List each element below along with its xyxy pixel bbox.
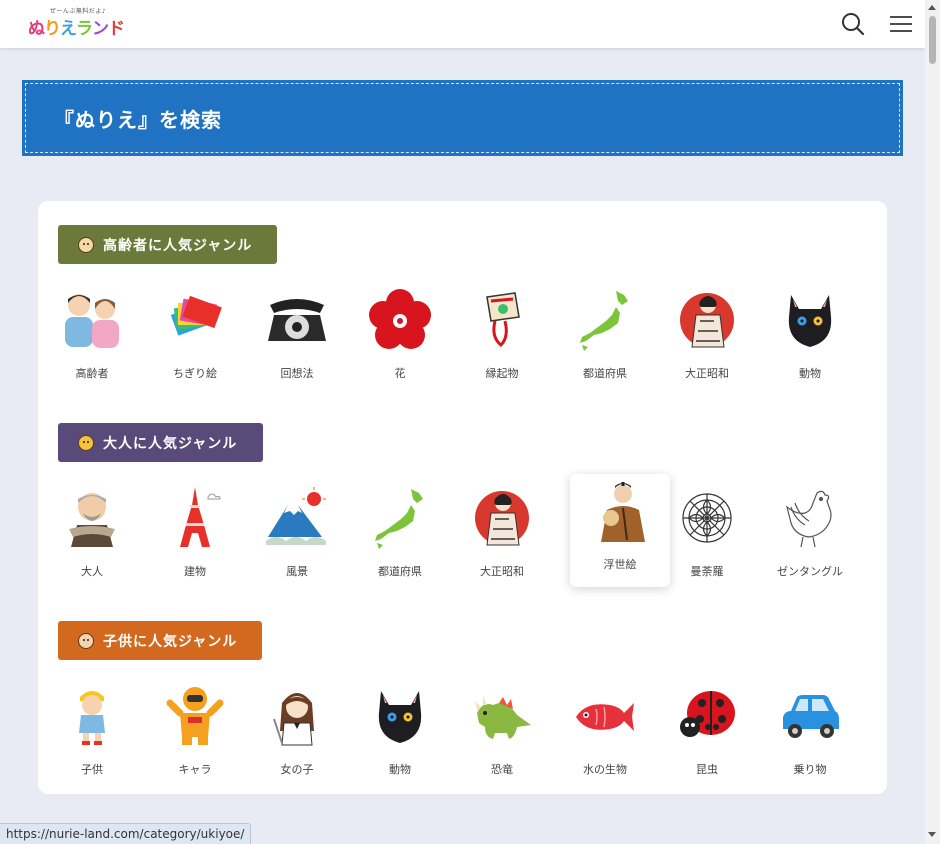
genre-item[interactable]: 高齢者 (42, 285, 142, 393)
face-icon (78, 434, 94, 451)
genre-item[interactable]: 大人 (42, 483, 142, 591)
torn-paper-icon (162, 287, 228, 353)
genre-grid-adult: 大人 建物 風景 都道府県 大正昭和 浮世絵 曼荼羅 ゼンタングル (42, 474, 862, 593)
genre-item[interactable]: 回想法 (247, 285, 347, 393)
black-cat-icon (777, 287, 843, 353)
genre-item[interactable]: 都道府県 (350, 483, 450, 591)
face-icon (78, 632, 94, 649)
genre-item[interactable]: キャラ (145, 681, 245, 789)
genre-item[interactable]: 恐竜 (452, 681, 552, 789)
genre-grid-kids: 子供 キャラ 女の子 動物 恐竜 水の生物 昆虫 乗り物 (42, 681, 862, 791)
scroll-down-arrow-icon[interactable] (928, 832, 936, 837)
genre-item[interactable]: 女の子 (247, 681, 347, 789)
genre-item-hovered[interactable]: 浮世絵 (570, 474, 670, 587)
genre-item[interactable]: 都道府県 (555, 285, 655, 393)
ladybug-icon (674, 683, 740, 749)
tokyo-tower-icon (162, 485, 228, 551)
genre-heading-adult: 大人に人気ジャンル (58, 423, 263, 462)
adult-man-icon (59, 485, 125, 551)
hamburger-menu-icon (890, 16, 912, 32)
genre-item[interactable]: 建物 (145, 483, 245, 591)
genre-item[interactable]: 乗り物 (760, 681, 860, 789)
page-title: 『ぬりえ』を検索 (54, 107, 222, 132)
genre-item[interactable]: 水の生物 (555, 681, 655, 789)
child-icon (59, 683, 125, 749)
genre-item[interactable]: 動物 (350, 681, 450, 789)
genre-heading-kids: 子供に人気ジャンル (58, 621, 262, 660)
scrollbar[interactable] (925, 0, 940, 844)
lucky-charm-icon (469, 287, 535, 353)
search-button[interactable] (839, 10, 867, 38)
status-bar-url: https://nurie-land.com/category/ukiyoe/ (0, 823, 252, 844)
taisho-woman-icon (469, 485, 535, 551)
mandala-icon (674, 485, 740, 551)
genre-item[interactable]: 風景 (247, 483, 347, 591)
genre-item[interactable]: 動物 (760, 285, 860, 393)
girl-icon (264, 683, 330, 749)
character-icon (162, 683, 228, 749)
genre-grid-elderly: 高齢者 ちぎり絵 回想法 花 縁起物 都道府県 大正昭和 動物 (42, 285, 862, 395)
black-cat-icon (367, 683, 433, 749)
dinosaur-icon (469, 683, 535, 749)
logo-text: ぬりえランド (28, 19, 125, 39)
zentangle-rooster-icon (777, 485, 843, 551)
red-fish-icon (572, 683, 638, 749)
plum-blossom-icon (367, 287, 433, 353)
taisho-woman-icon (674, 287, 740, 353)
face-icon (78, 236, 94, 253)
genre-item[interactable]: 花 (350, 285, 450, 393)
site-logo[interactable]: ぜーんぶ無料だよ♪ ぬりえランド (24, 6, 132, 40)
scroll-up-arrow-icon[interactable] (928, 5, 936, 10)
genre-heading-elderly: 高齢者に人気ジャンル (58, 225, 277, 264)
mount-fuji-icon (264, 485, 330, 551)
genre-item[interactable]: 大正昭和 (657, 285, 757, 393)
search-banner: 『ぬりえ』を検索 (22, 80, 903, 156)
car-icon (777, 683, 843, 749)
genre-item[interactable]: ちぎり絵 (145, 285, 245, 393)
genre-item[interactable]: ゼンタングル (760, 483, 860, 591)
menu-button[interactable] (887, 10, 915, 38)
site-header: ぜーんぶ無料だよ♪ ぬりえランド (0, 0, 925, 48)
genre-card: 高齢者に人気ジャンル 高齢者 ちぎり絵 回想法 花 縁起物 都道府県 大正昭和 … (38, 201, 887, 794)
rotary-phone-icon (264, 287, 330, 353)
ukiyoe-icon (587, 478, 653, 544)
japan-map-icon (572, 287, 638, 353)
genre-item[interactable]: 大正昭和 (452, 483, 552, 591)
genre-item[interactable]: 子供 (42, 681, 142, 789)
genre-item[interactable]: 昆虫 (657, 681, 757, 789)
japan-map-icon (367, 485, 433, 551)
genre-item[interactable]: 曼荼羅 (657, 483, 757, 591)
scroll-thumb[interactable] (929, 16, 936, 64)
elderly-couple-icon (59, 287, 125, 353)
search-icon (842, 13, 865, 36)
genre-item[interactable]: 縁起物 (452, 285, 552, 393)
